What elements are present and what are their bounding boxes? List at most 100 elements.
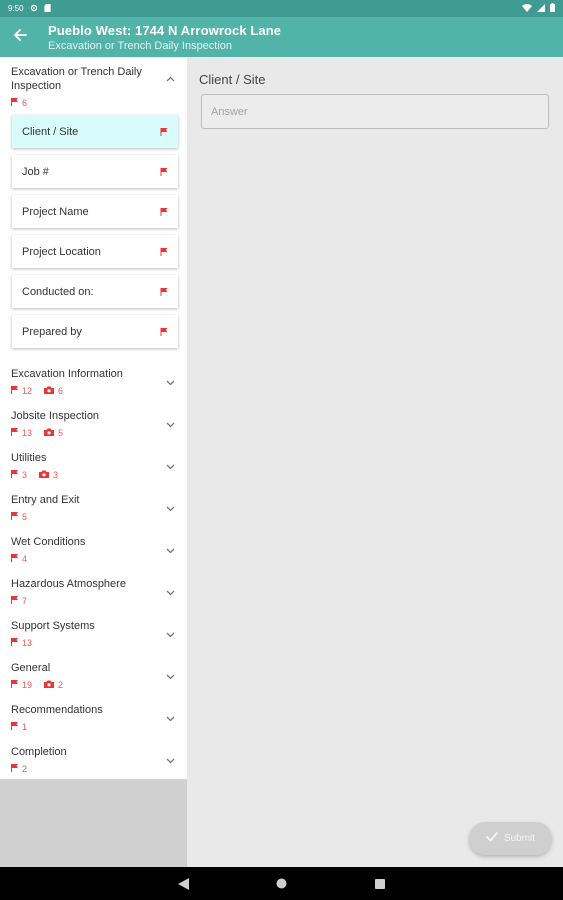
flag-count: 2 bbox=[11, 763, 27, 774]
chevron-down-icon bbox=[166, 541, 175, 559]
question-label: Client / Site bbox=[199, 72, 266, 87]
nav-back-icon[interactable] bbox=[176, 876, 192, 892]
arrow-left-icon bbox=[13, 28, 27, 47]
section-general[interactable]: General 19 2 bbox=[0, 653, 187, 695]
flag-icon bbox=[160, 247, 168, 259]
section-utilities[interactable]: Utilities 3 3 bbox=[0, 443, 187, 485]
section-jobsite-inspection[interactable]: Jobsite Inspection 13 5 bbox=[0, 401, 187, 443]
section-counts: 6 bbox=[11, 96, 163, 109]
camera-icon bbox=[44, 428, 55, 438]
section-counts: 7 bbox=[11, 594, 163, 607]
chevron-down-icon bbox=[166, 499, 175, 517]
flag-icon bbox=[160, 127, 168, 139]
back-button[interactable] bbox=[0, 17, 40, 57]
camera-icon bbox=[39, 470, 50, 480]
question-item-label: Project Location bbox=[22, 245, 101, 258]
section-title: Recommendations bbox=[11, 704, 103, 716]
wifi-icon bbox=[522, 3, 532, 14]
sidebar: Excavation or Trench Daily Inspection 6 … bbox=[0, 57, 187, 867]
flag-icon bbox=[11, 97, 18, 108]
flag-icon bbox=[11, 511, 18, 522]
flag-icon bbox=[11, 427, 18, 438]
section-header-expanded[interactable]: Excavation or Trench Daily Inspection 6 bbox=[0, 57, 187, 114]
question-item-label: Prepared by bbox=[22, 325, 82, 338]
chevron-down-icon bbox=[166, 667, 175, 685]
section-counts: 12 6 bbox=[11, 384, 163, 397]
question-item-label: Conducted on: bbox=[22, 285, 94, 298]
camera-icon bbox=[44, 680, 55, 690]
submit-label: Submit bbox=[503, 833, 536, 844]
flag-count: 4 bbox=[11, 553, 27, 564]
camera-icon bbox=[44, 386, 55, 396]
chevron-down-icon bbox=[166, 415, 175, 433]
section-title: Completion bbox=[11, 746, 67, 758]
question-item-project-location[interactable]: Project Location bbox=[12, 235, 178, 268]
chevron-down-icon bbox=[166, 625, 175, 643]
flag-icon bbox=[11, 385, 18, 396]
chevron-down-icon bbox=[166, 583, 175, 601]
photo-count: 6 bbox=[44, 386, 63, 396]
question-item-prepared-by[interactable]: Prepared by bbox=[12, 315, 178, 348]
section-completion[interactable]: Completion 2 bbox=[0, 737, 187, 779]
check-icon bbox=[486, 832, 498, 845]
section-counts: 5 bbox=[11, 510, 163, 523]
system-nav-bar bbox=[0, 867, 563, 900]
status-time: 9:50 bbox=[8, 4, 24, 13]
section-title: Excavation Information bbox=[11, 368, 123, 380]
section-hazardous-atmosphere[interactable]: Hazardous Atmosphere 7 bbox=[0, 569, 187, 611]
question-item-conducted-on[interactable]: Conducted on: bbox=[12, 275, 178, 308]
nav-recents-icon[interactable] bbox=[372, 876, 388, 892]
question-item-project-name[interactable]: Project Name bbox=[12, 195, 178, 228]
section-counts: 2 bbox=[11, 762, 163, 775]
answer-input[interactable] bbox=[201, 94, 549, 129]
flag-count: 5 bbox=[11, 511, 27, 522]
chevron-down-icon bbox=[166, 751, 175, 769]
section-counts: 1 bbox=[11, 720, 163, 733]
photo-count: 3 bbox=[39, 470, 58, 480]
section-wet-conditions[interactable]: Wet Conditions 4 bbox=[0, 527, 187, 569]
section-title: General bbox=[11, 662, 51, 674]
section-counts: 13 5 bbox=[11, 426, 163, 439]
page-title: Pueblo West: 1744 N Arrowrock Lane bbox=[48, 22, 282, 38]
flag-icon bbox=[11, 721, 18, 732]
section-support-systems[interactable]: Support Systems 13 bbox=[0, 611, 187, 653]
submit-button[interactable]: Submit bbox=[469, 822, 552, 855]
sidebar-sections: Excavation or Trench Daily Inspection 6 … bbox=[0, 57, 187, 779]
section-counts: 13 bbox=[11, 636, 163, 649]
question-panel: Client / Site Submit bbox=[187, 57, 563, 867]
chevron-down-icon bbox=[166, 373, 175, 391]
flag-icon bbox=[160, 287, 168, 299]
sd-card-icon bbox=[43, 3, 51, 14]
section-excavation-information[interactable]: Excavation Information 12 6 bbox=[0, 359, 187, 401]
app-bar: Pueblo West: 1744 N Arrowrock Lane Excav… bbox=[0, 17, 563, 57]
flag-icon bbox=[11, 763, 18, 774]
question-item-job-number[interactable]: Job # bbox=[12, 155, 178, 188]
flag-icon bbox=[11, 637, 18, 648]
flag-icon bbox=[11, 469, 18, 480]
flag-count: 1 bbox=[11, 721, 27, 732]
flag-count: 12 bbox=[11, 385, 32, 396]
flag-count: 13 bbox=[11, 637, 32, 648]
status-bar: 9:50 bbox=[0, 0, 563, 17]
flag-count: 7 bbox=[11, 595, 27, 606]
question-item-label: Client / Site bbox=[22, 125, 79, 138]
question-item-label: Project Name bbox=[22, 205, 89, 218]
chevron-up-icon bbox=[166, 69, 175, 87]
section-recommendations[interactable]: Recommendations 1 bbox=[0, 695, 187, 737]
section-title: Hazardous Atmosphere bbox=[11, 578, 126, 590]
flag-icon bbox=[160, 207, 168, 219]
section-title: Utilities bbox=[11, 452, 47, 464]
section-title: Wet Conditions bbox=[11, 536, 86, 548]
section-title: Support Systems bbox=[11, 620, 95, 632]
flag-icon bbox=[11, 595, 18, 606]
chevron-down-icon bbox=[166, 457, 175, 475]
question-item-client-site[interactable]: Client / Site bbox=[12, 115, 178, 148]
section-entry-and-exit[interactable]: Entry and Exit 5 bbox=[0, 485, 187, 527]
section-counts: 19 2 bbox=[11, 678, 163, 691]
flag-count: 3 bbox=[11, 469, 27, 480]
gear-icon bbox=[30, 4, 38, 14]
section-counts: 4 bbox=[11, 552, 163, 565]
section-counts: 3 3 bbox=[11, 468, 163, 481]
section-title: Entry and Exit bbox=[11, 494, 80, 506]
nav-home-icon[interactable] bbox=[274, 876, 290, 892]
